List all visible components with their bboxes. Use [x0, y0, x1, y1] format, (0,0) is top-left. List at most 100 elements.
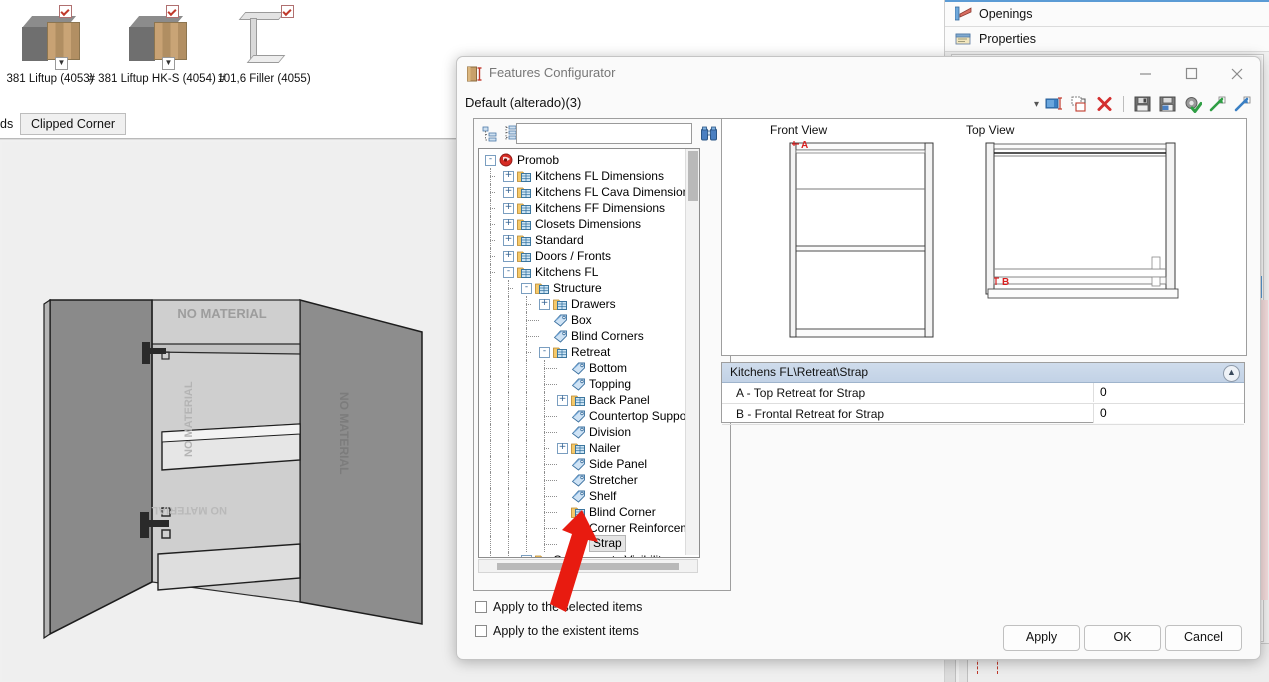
cancel-button[interactable]: Cancel [1165, 625, 1242, 651]
tab-clipped-corner[interactable]: Clipped Corner [20, 113, 127, 135]
feature-tree[interactable]: - Promob + Kitchens FL Dimensions + Kitchens … [478, 148, 700, 558]
tree-guide-line [490, 408, 491, 424]
features-configurator-dialog[interactable]: Features Configurator Default (alterado)… [456, 56, 1261, 660]
tree-guide-line [490, 296, 491, 312]
maximize-button[interactable] [1168, 57, 1214, 90]
save-icon[interactable] [1133, 95, 1152, 113]
apply-to-selected-items-checkbox[interactable] [475, 601, 487, 613]
openings-icon [955, 6, 972, 21]
collapse-node-icon[interactable]: - [539, 347, 550, 358]
tab-partial-left[interactable]: ds [0, 114, 21, 134]
library-item-expand-icon[interactable]: ▼ [55, 57, 68, 70]
property-value[interactable]: 0 [1093, 383, 1244, 402]
tree-node-blind-corners[interactable]: Blind Corners [479, 328, 684, 344]
tree-node-components-visibility[interactable]: - Components Visibility [479, 552, 684, 557]
tree-horizontal-scrollbar[interactable] [478, 559, 698, 573]
expand-node-icon[interactable]: + [503, 203, 514, 214]
search-input[interactable] [516, 123, 692, 144]
duplicate-icon[interactable] [1070, 95, 1089, 113]
folder-table-glyph [517, 219, 531, 230]
tree-node-strap[interactable]: Strap [479, 535, 684, 552]
chevron-up-double-icon[interactable]: ▲ [1223, 365, 1240, 382]
property-row[interactable]: A - Top Retreat for Strap 0 [722, 383, 1244, 404]
tree-node-topping[interactable]: Topping [479, 376, 684, 392]
minimize-button[interactable] [1122, 57, 1168, 90]
save-as-icon[interactable] [1158, 95, 1177, 113]
tree-node-structure[interactable]: - Structure [479, 280, 684, 296]
tree-node-kitchens-fl-dimensions[interactable]: + Kitchens FL Dimensions [479, 168, 684, 184]
tree-vertical-scrollbar[interactable] [685, 149, 699, 555]
apply-button[interactable]: Apply [1003, 625, 1080, 651]
rename-icon[interactable] [1045, 95, 1064, 113]
expand-all-icon[interactable] [482, 125, 500, 143]
tree-node-bottom[interactable]: Bottom [479, 360, 684, 376]
tree-guide-line [490, 504, 491, 520]
expand-node-icon[interactable]: + [503, 171, 514, 182]
promob-root-icon [499, 153, 514, 167]
tree-horizontal-scrollbar-thumb[interactable] [497, 563, 679, 570]
tree-node-box[interactable]: Box [479, 312, 684, 328]
tree-node-blind-corner[interactable]: Blind Corner [479, 504, 684, 520]
dock-item-openings[interactable]: Openings [945, 0, 1269, 27]
tree-node-nailer[interactable]: + Nailer [479, 440, 684, 456]
property-row[interactable]: B - Frontal Retreat for Strap 0 [722, 404, 1244, 425]
apply-to-existent-items-row[interactable]: Apply to the existent items [475, 624, 639, 638]
tree-guide-line [508, 536, 509, 552]
export-icon[interactable] [1233, 95, 1252, 113]
tree-guide-line [490, 360, 491, 376]
tree-node-division[interactable]: Division [479, 424, 684, 440]
tree-node-doors-fronts[interactable]: + Doors / Fronts [479, 248, 684, 264]
ok-button[interactable]: OK [1084, 625, 1161, 651]
tree-node-stretcher[interactable]: Stretcher [479, 472, 684, 488]
expand-node-icon[interactable]: + [557, 395, 568, 406]
tree-node-corner-reinforcement[interactable]: Corner Reinforcement [479, 520, 699, 536]
tree-node-retreat[interactable]: - Retreat [479, 344, 684, 360]
collapse-node-icon[interactable]: - [503, 267, 514, 278]
library-item[interactable]: 101,6 Filler (4055) [194, 5, 334, 86]
binoculars-find-icon[interactable] [700, 125, 718, 143]
dialog-title-bar[interactable]: Features Configurator [457, 57, 1260, 90]
delete-icon[interactable] [1095, 95, 1114, 113]
tree-guide-line [544, 416, 557, 417]
tree-node-side-panel[interactable]: Side Panel [479, 456, 684, 472]
library-item-checkbox[interactable] [59, 5, 72, 18]
property-value[interactable]: 0 [1093, 404, 1244, 423]
expand-node-icon[interactable]: + [539, 299, 550, 310]
tree-node-kitchens-fl-cava-dimensions[interactable]: + Kitchens FL Cava Dimensions [479, 184, 695, 200]
collapse-node-icon[interactable]: - [521, 283, 532, 294]
tree-node-kitchens-ff-dimensions[interactable]: + Kitchens FF Dimensions [479, 200, 684, 216]
library-item-expand-icon[interactable]: ▼ [162, 57, 175, 70]
collapse-node-icon[interactable]: - [485, 155, 496, 166]
apply-to-selected-items-row[interactable]: Apply to the selected items [475, 600, 642, 614]
toolbar-dropdown-arrow[interactable]: ▾ [1034, 99, 1039, 110]
tree-node-drawers[interactable]: + Drawers [479, 296, 684, 312]
expand-node-icon[interactable]: + [503, 251, 514, 262]
tree-node-kitchens-fl[interactable]: - Kitchens FL [479, 264, 684, 280]
expand-node-icon[interactable]: + [557, 443, 568, 454]
tree-vertical-scrollbar-thumb[interactable] [688, 151, 698, 201]
expand-all-glyph [482, 126, 497, 142]
tree-node-shelf[interactable]: Shelf [479, 488, 684, 504]
tree-node-standard[interactable]: + Standard [479, 232, 684, 248]
tree-node-closets-dimensions[interactable]: + Closets Dimensions [479, 216, 684, 232]
tree-node-countertop-support[interactable]: Countertop Support [479, 408, 694, 424]
settings-apply-icon[interactable] [1183, 95, 1203, 113]
property-name: A - Top Retreat for Strap [736, 386, 866, 400]
tree-node-label: Box [571, 313, 592, 327]
expand-node-icon[interactable]: + [503, 235, 514, 246]
expand-node-icon[interactable]: + [503, 187, 514, 198]
tree-guide-line [490, 488, 491, 504]
library-item-checkbox[interactable] [281, 5, 294, 18]
library-item-checkbox[interactable] [166, 5, 179, 18]
tree-node-back-panel[interactable]: + Back Panel [479, 392, 684, 408]
tree-node-promob[interactable]: - Promob [479, 152, 684, 168]
import-icon[interactable] [1208, 95, 1227, 113]
collapse-node-icon[interactable]: - [521, 555, 532, 557]
expand-node-icon[interactable]: + [503, 219, 514, 230]
tag-icon [571, 521, 586, 535]
dock-item-properties[interactable]: Properties [945, 27, 1269, 52]
minimize-icon [1139, 73, 1151, 75]
apply-to-existent-items-checkbox[interactable] [475, 625, 487, 637]
close-button[interactable] [1214, 57, 1260, 90]
tree-guide-line [508, 312, 509, 328]
